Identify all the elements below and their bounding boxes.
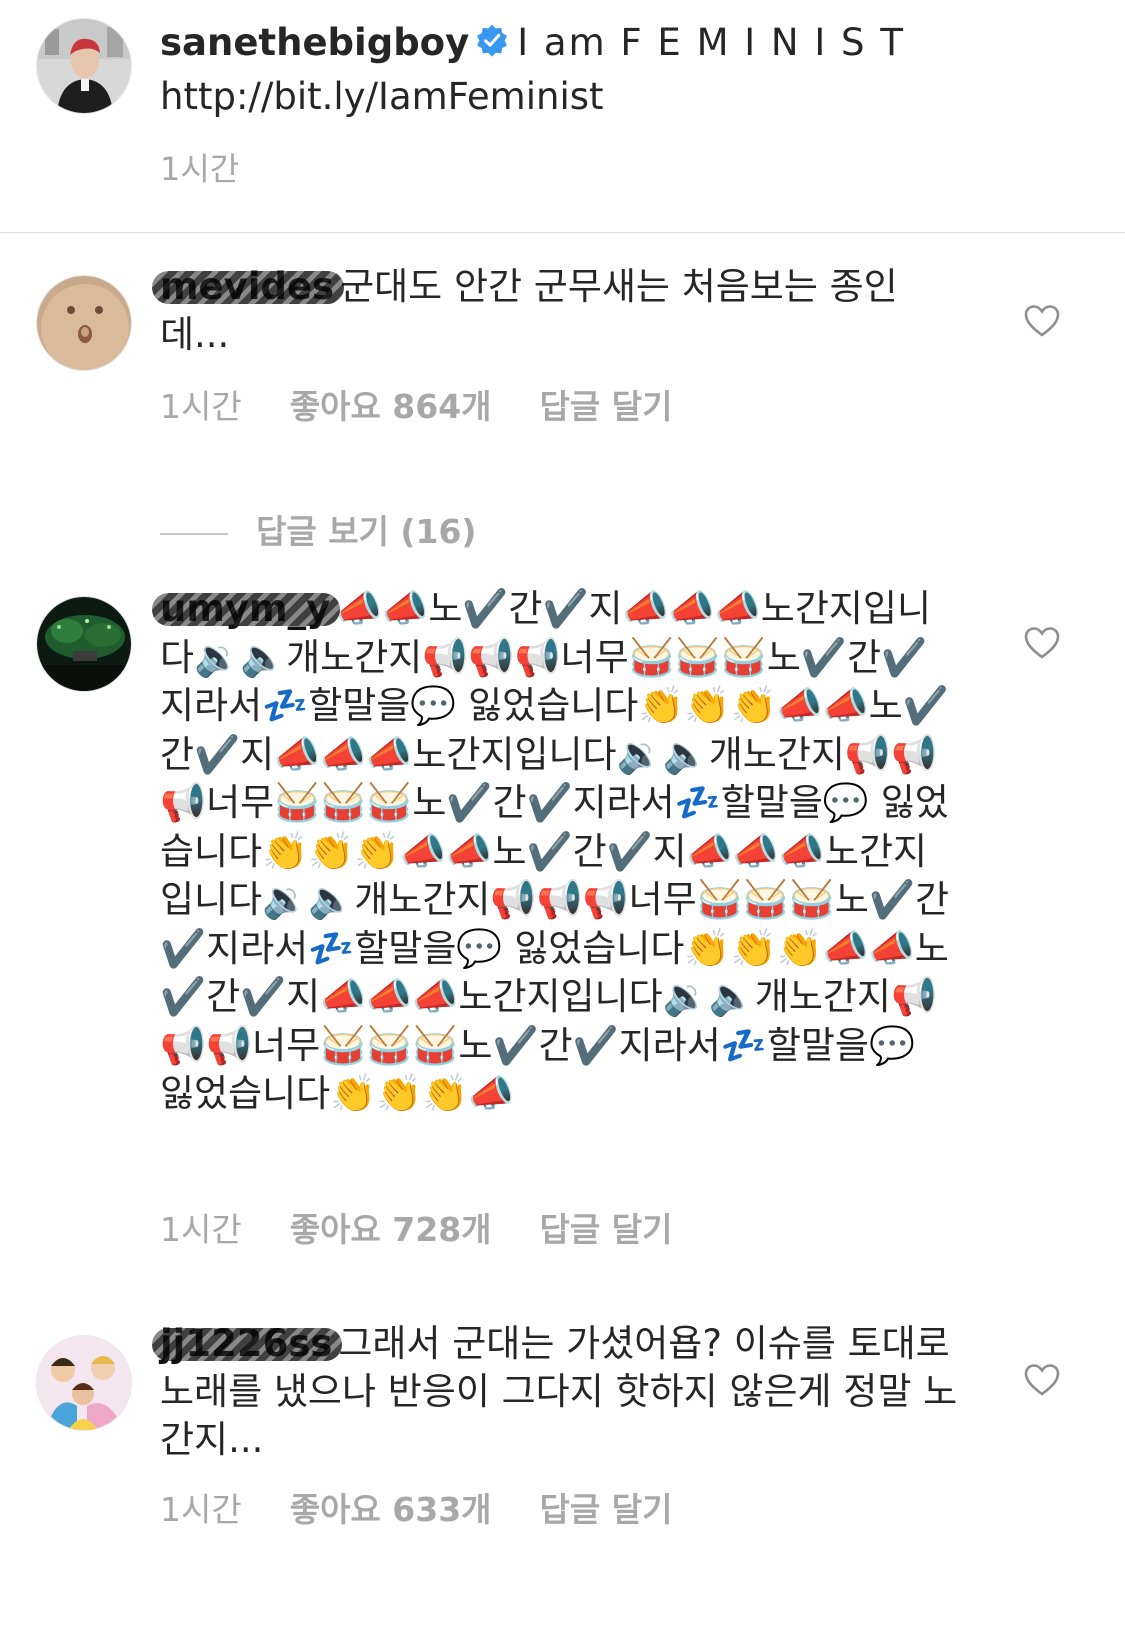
heart-icon[interactable]	[1024, 1363, 1060, 1397]
caption-body: I am F E M I N I S T	[517, 21, 905, 64]
comments-page: sanethebigboy I am F E M I N I S T http:…	[0, 0, 1125, 1652]
comment-username[interactable]: mevides	[160, 265, 334, 308]
comment-text: umym_y 📣📣노✔️간✔️지📣📣📣노간지입니다🔉🔈개노간지📢📢📢너무🥁🥁🥁노✔…	[160, 585, 960, 1119]
comment-timestamp: 1시간	[160, 1490, 242, 1529]
like-count[interactable]: 좋아요 728개	[290, 1210, 492, 1249]
avatar-photo	[37, 19, 131, 113]
comment-meta: 1시간 좋아요 728개 답글 달기	[160, 1203, 720, 1251]
caption-text: sanethebigboy I am F E M I N I S T http:…	[160, 16, 1060, 124]
comment-text: mevides 군대도 안간 군무새는 처음보는 종인데...	[160, 263, 960, 359]
reply-button[interactable]: 답글 달기	[540, 387, 673, 426]
comment-body: 📣📣노✔️간✔️지📣📣📣노간지입니다🔉🔈개노간지📢📢📢너무🥁🥁🥁노✔️간✔️지라…	[160, 587, 950, 1115]
view-replies-button[interactable]: 답글 보기 (16)	[160, 505, 477, 553]
heart-icon[interactable]	[1024, 304, 1060, 338]
avatar-photo	[37, 597, 131, 691]
like-count[interactable]: 좋아요 864개	[290, 387, 492, 426]
post-caption: sanethebigboy I am F E M I N I S T http:…	[0, 0, 1125, 232]
avatar[interactable]	[36, 18, 132, 114]
comment-username[interactable]: umym_y	[160, 587, 330, 630]
comment-username[interactable]: jj1226ss	[160, 1322, 332, 1365]
caption-username[interactable]: sanethebigboy	[160, 21, 469, 64]
comment-meta: 1시간 좋아요 864개 답글 달기	[160, 380, 720, 428]
comment-timestamp: 1시간	[160, 1210, 242, 1249]
avatar[interactable]	[36, 275, 132, 371]
heart-icon[interactable]	[1024, 626, 1060, 660]
verified-badge-icon	[477, 24, 508, 57]
caption-divider	[0, 232, 1125, 233]
replies-line	[160, 532, 228, 535]
avatar[interactable]	[36, 1335, 132, 1431]
comment-timestamp: 1시간	[160, 387, 242, 426]
avatar-photo	[37, 276, 131, 370]
avatar-photo	[37, 1336, 131, 1430]
like-count[interactable]: 좋아요 633개	[290, 1490, 492, 1529]
caption-timestamp: 1시간	[160, 150, 240, 188]
reply-button[interactable]: 답글 달기	[540, 1490, 673, 1529]
reply-button[interactable]: 답글 달기	[540, 1210, 673, 1249]
comment-text: jj1226ss 그래서 군대는 가셨어욥? 이슈를 토대로 노래를 냈으나 반응…	[160, 1320, 960, 1464]
comment-meta: 1시간 좋아요 633개 답글 달기	[160, 1483, 720, 1531]
caption-link[interactable]: http://bit.ly/IamFeminist	[160, 75, 604, 118]
avatar[interactable]	[36, 596, 132, 692]
view-replies-label: 답글 보기 (16)	[256, 512, 477, 551]
